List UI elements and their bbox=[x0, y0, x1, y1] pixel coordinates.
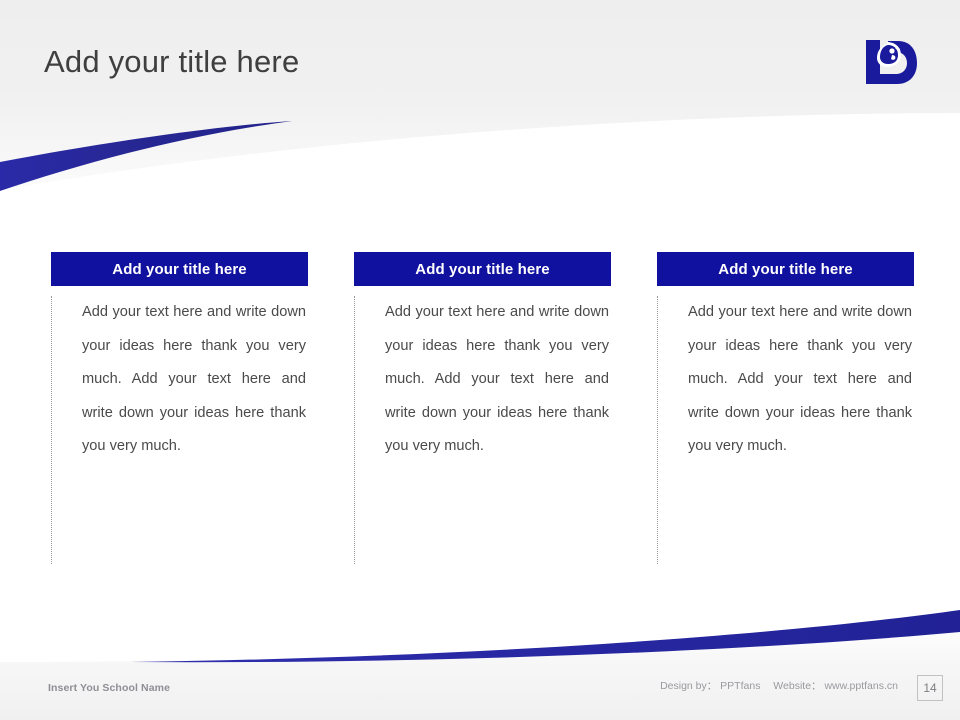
column-body-2: Add your text here and write down your i… bbox=[354, 296, 611, 564]
footer-design-by: Design by： PPTfans bbox=[660, 680, 761, 692]
column-header-3[interactable]: Add your title here bbox=[657, 252, 914, 286]
column-divider-1 bbox=[51, 296, 52, 564]
content-column-1: Add your title here Add your text here a… bbox=[51, 252, 308, 564]
content-column-3: Add your title here Add your text here a… bbox=[657, 252, 914, 564]
column-header-2[interactable]: Add your title here bbox=[354, 252, 611, 286]
column-text-2[interactable]: Add your text here and write down your i… bbox=[385, 296, 609, 464]
content-columns: Add your title here Add your text here a… bbox=[0, 252, 960, 572]
column-header-1[interactable]: Add your title here bbox=[51, 252, 308, 286]
footer-website: Website： www.pptfans.cn bbox=[773, 680, 898, 692]
content-column-2: Add your title here Add your text here a… bbox=[354, 252, 611, 564]
page-title: Add your title here bbox=[44, 44, 300, 79]
column-text-3[interactable]: Add your text here and write down your i… bbox=[688, 296, 912, 464]
column-body-3: Add your text here and write down your i… bbox=[657, 296, 914, 564]
footer-school-name: Insert You School Name bbox=[48, 682, 171, 694]
column-divider-3 bbox=[657, 296, 658, 564]
header-decoration bbox=[0, 0, 960, 191]
column-body-1: Add your text here and write down your i… bbox=[51, 296, 308, 564]
footer-decoration bbox=[0, 610, 960, 720]
column-divider-2 bbox=[354, 296, 355, 564]
presentation-slide: Add your title here Add your title here … bbox=[0, 0, 960, 720]
school-logo-icon bbox=[866, 40, 917, 84]
page-number-badge: 14 bbox=[917, 675, 943, 701]
footer-credits: Design by： PPTfans Website： www.pptfans.… bbox=[660, 678, 898, 693]
column-text-1[interactable]: Add your text here and write down your i… bbox=[82, 296, 306, 464]
